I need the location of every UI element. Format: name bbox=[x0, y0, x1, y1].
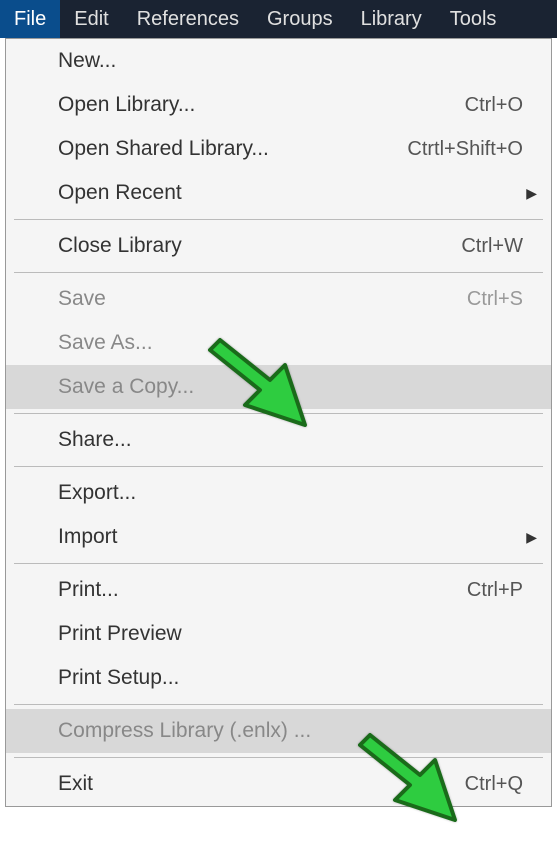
menu-label: Open Recent bbox=[58, 181, 531, 205]
menu-label: Save bbox=[58, 287, 467, 311]
menu-label: Compress Library (.enlx) ... bbox=[58, 719, 531, 743]
menu-shortcut: Ctrl+W bbox=[461, 235, 531, 258]
menu-close-library[interactable]: Close Library Ctrl+W bbox=[6, 224, 551, 268]
menubar-groups[interactable]: Groups bbox=[253, 0, 347, 38]
menubar-label: Library bbox=[361, 8, 422, 31]
menu-label: Exit bbox=[58, 772, 465, 796]
menubar-label: File bbox=[14, 8, 46, 31]
menubar-edit[interactable]: Edit bbox=[60, 0, 122, 38]
separator bbox=[14, 272, 543, 273]
separator bbox=[14, 704, 543, 705]
menubar: File Edit References Groups Library Tool… bbox=[0, 0, 557, 38]
menu-open-recent[interactable]: Open Recent ▶ bbox=[6, 171, 551, 215]
menu-label: Save As... bbox=[58, 331, 531, 355]
menu-shortcut: Ctrl+P bbox=[467, 579, 531, 602]
menu-print-setup[interactable]: Print Setup... bbox=[6, 656, 551, 700]
menu-save-as: Save As... bbox=[6, 321, 551, 365]
separator bbox=[14, 466, 543, 467]
menu-print-preview[interactable]: Print Preview bbox=[6, 612, 551, 656]
menubar-label: Tools bbox=[450, 8, 497, 31]
menu-shortcut: Ctrl+S bbox=[467, 288, 531, 311]
menu-exit[interactable]: Exit Ctrl+Q bbox=[6, 762, 551, 806]
menu-label: Export... bbox=[58, 481, 531, 505]
menu-label: Open Shared Library... bbox=[58, 137, 407, 161]
separator bbox=[14, 757, 543, 758]
submenu-arrow-icon: ▶ bbox=[526, 529, 537, 546]
menu-label: Share... bbox=[58, 428, 531, 452]
menu-label: New... bbox=[58, 49, 531, 73]
menu-open-shared-library[interactable]: Open Shared Library... Ctrtl+Shift+O bbox=[6, 127, 551, 171]
menubar-library[interactable]: Library bbox=[347, 0, 436, 38]
menu-label: Close Library bbox=[58, 234, 461, 258]
menu-shortcut: Ctrl+Q bbox=[465, 773, 531, 796]
menu-label: Save a Copy... bbox=[58, 375, 531, 399]
menu-share[interactable]: Share... bbox=[6, 418, 551, 462]
menu-save: Save Ctrl+S bbox=[6, 277, 551, 321]
menu-save-a-copy: Save a Copy... bbox=[6, 365, 551, 409]
menu-print[interactable]: Print... Ctrl+P bbox=[6, 568, 551, 612]
menu-shortcut: Ctrl+O bbox=[465, 94, 531, 117]
separator bbox=[14, 413, 543, 414]
menubar-label: Groups bbox=[267, 8, 333, 31]
menu-import[interactable]: Import ▶ bbox=[6, 515, 551, 559]
menubar-file[interactable]: File bbox=[0, 0, 60, 38]
separator bbox=[14, 219, 543, 220]
menubar-label: References bbox=[137, 8, 239, 31]
menu-label: Print... bbox=[58, 578, 467, 602]
menu-label: Print Setup... bbox=[58, 666, 531, 690]
menu-new[interactable]: New... bbox=[6, 39, 551, 83]
menu-label: Print Preview bbox=[58, 622, 531, 646]
menu-export[interactable]: Export... bbox=[6, 471, 551, 515]
menu-open-library[interactable]: Open Library... Ctrl+O bbox=[6, 83, 551, 127]
menubar-tools[interactable]: Tools bbox=[436, 0, 511, 38]
submenu-arrow-icon: ▶ bbox=[526, 185, 537, 202]
separator bbox=[14, 563, 543, 564]
menu-shortcut: Ctrtl+Shift+O bbox=[407, 138, 531, 161]
file-dropdown: New... Open Library... Ctrl+O Open Share… bbox=[5, 38, 552, 807]
menu-label: Open Library... bbox=[58, 93, 465, 117]
menubar-references[interactable]: References bbox=[123, 0, 253, 38]
menu-label: Import bbox=[58, 525, 531, 549]
menu-compress-library: Compress Library (.enlx) ... bbox=[6, 709, 551, 753]
menubar-label: Edit bbox=[74, 8, 108, 31]
